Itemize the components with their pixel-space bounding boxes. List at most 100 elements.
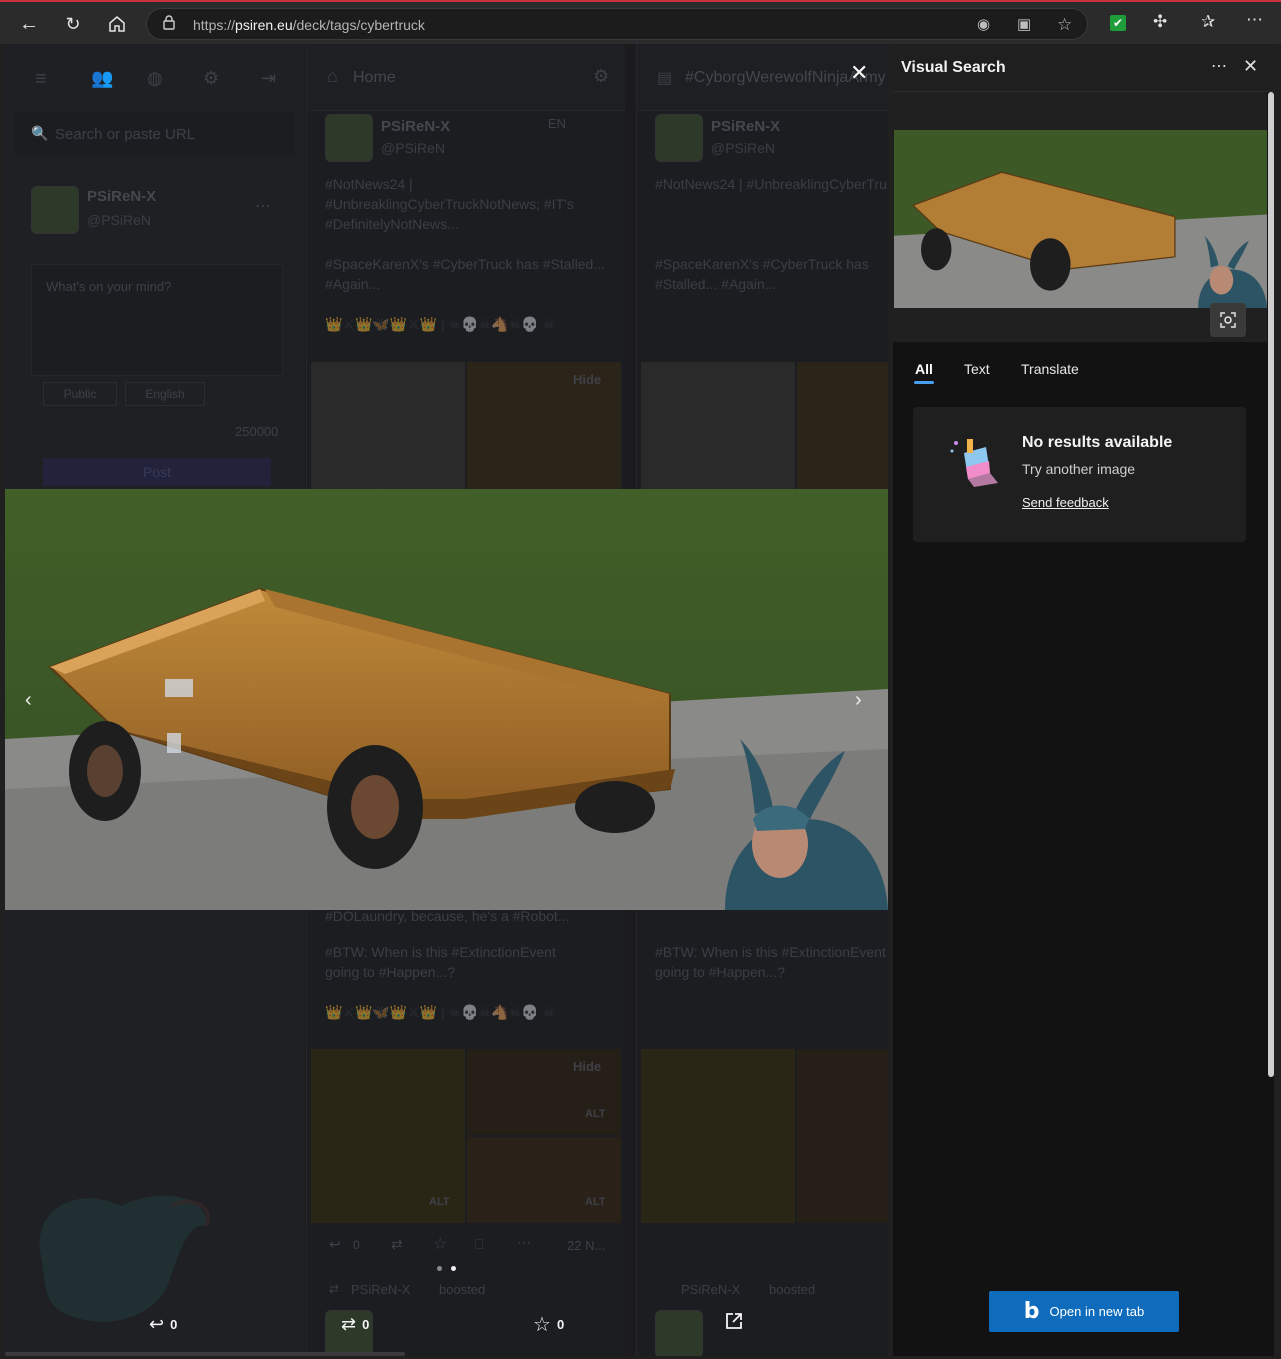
- media-thumbnail[interactable]: [311, 362, 465, 490]
- boost-icon: ⇄: [341, 1314, 357, 1334]
- avatar[interactable]: [655, 114, 703, 162]
- menu-icon[interactable]: ≡: [35, 68, 47, 91]
- boost-icon[interactable]: ⇄: [391, 1236, 403, 1253]
- avatar[interactable]: [31, 186, 79, 234]
- avatar[interactable]: [655, 1310, 703, 1356]
- favorites-icon[interactable]: ✰: [1201, 12, 1215, 32]
- horizontal-scrollbar[interactable]: [5, 1352, 405, 1356]
- search-placeholder: Search or paste URL: [55, 126, 196, 143]
- external-link-icon: [726, 1313, 742, 1329]
- boost-label: boosted: [769, 1282, 816, 1297]
- chevron-left-icon[interactable]: ‹: [25, 689, 32, 712]
- no-results-illustration: [950, 439, 998, 487]
- settings-icon[interactable]: ⚙: [593, 66, 609, 87]
- post-text: #NotNews24 | #UnbreaklingCyberTruckNotNe…: [655, 176, 887, 192]
- reply-button[interactable]: ↩ 0: [149, 1314, 177, 1335]
- tab-text[interactable]: Text: [964, 361, 990, 377]
- tab-all[interactable]: All: [915, 361, 933, 377]
- alt-badge[interactable]: ALT: [585, 1196, 606, 1208]
- reader-icon[interactable]: ▣: [1017, 15, 1031, 33]
- media-thumbnail[interactable]: [641, 1049, 795, 1223]
- extension-icon[interactable]: ✔: [1110, 15, 1126, 31]
- hide-media-button[interactable]: Hide: [573, 1059, 601, 1074]
- boost-button[interactable]: ⇄ 0: [341, 1314, 369, 1335]
- boost-count: 0: [362, 1317, 370, 1332]
- booster-name[interactable]: PSiReN-X: [351, 1282, 410, 1297]
- compose-textarea[interactable]: What's on your mind?: [31, 264, 283, 376]
- refresh-icon: ↻: [65, 13, 81, 34]
- search-icon: 🔍: [31, 125, 49, 141]
- favorite-star-icon[interactable]: ☆: [1057, 15, 1072, 35]
- home-icon: ⌂: [327, 66, 338, 86]
- send-feedback-link[interactable]: Send feedback: [1022, 495, 1109, 510]
- bookmark-icon[interactable]: ⎕: [475, 1236, 483, 1253]
- hide-media-button[interactable]: Hide: [573, 372, 601, 387]
- post-handle: @PSiReN: [711, 140, 776, 156]
- address-bar[interactable]: https://psiren.eu/deck/tags/cybertruck ◉…: [146, 8, 1088, 40]
- settings-icon[interactable]: ⚙: [203, 68, 219, 89]
- panel-scrollbar[interactable]: [1268, 92, 1274, 1077]
- people-icon[interactable]: 👥: [91, 68, 113, 89]
- post-text: #NotNews24 | #UnbreaklingCyberTruckNotNe…: [325, 176, 574, 232]
- open-external-button[interactable]: [725, 1312, 743, 1330]
- column-header: ⌂ Home ⚙: [307, 44, 625, 111]
- home-button[interactable]: [102, 9, 132, 39]
- close-icon[interactable]: ✕: [850, 60, 868, 86]
- visibility-button[interactable]: Public: [43, 382, 117, 406]
- hide-icon[interactable]: ◉: [977, 15, 990, 33]
- pager-dot[interactable]: [437, 1266, 442, 1271]
- crop-search-button[interactable]: [1210, 303, 1246, 337]
- logout-icon[interactable]: ⇥: [261, 68, 276, 89]
- web-page: ≡ 👥 ◍ ⚙ ⇥ 🔍 Search or paste URL PSiReN-X…: [5, 44, 888, 1356]
- language-button[interactable]: English: [125, 382, 205, 406]
- more-icon[interactable]: ⋯: [1246, 10, 1263, 30]
- favourite-count: 0: [556, 1317, 565, 1332]
- reply-count: 0: [170, 1317, 178, 1332]
- url-text: https://psiren.eu/deck/tags/cybertruck: [193, 17, 425, 33]
- post-button[interactable]: Post: [43, 458, 271, 486]
- no-results-card: No results available Try another image S…: [913, 407, 1246, 542]
- more-icon[interactable]: ⋯: [517, 1234, 531, 1251]
- media-thumbnail[interactable]: [467, 1137, 621, 1223]
- post-language: EN: [548, 116, 567, 131]
- booster-name[interactable]: PSiReN-X: [681, 1282, 740, 1297]
- open-in-new-tab-label: Open in new tab: [1049, 1304, 1145, 1319]
- favourite-button[interactable]: ☆ 0: [533, 1312, 564, 1337]
- more-icon[interactable]: ⋯: [1211, 56, 1227, 76]
- post-time[interactable]: 22 N...: [567, 1238, 605, 1253]
- post-author[interactable]: PSiReN-X: [711, 118, 780, 135]
- search-input[interactable]: 🔍 Search or paste URL: [15, 112, 295, 156]
- star-icon: ☆: [533, 1314, 551, 1336]
- back-button[interactable]: ←: [14, 9, 44, 39]
- tab-translate[interactable]: Translate: [1021, 361, 1079, 377]
- media-thumbnail[interactable]: [641, 362, 795, 490]
- media-thumbnail[interactable]: [797, 1049, 888, 1223]
- column-title[interactable]: Home: [353, 69, 396, 87]
- no-results-hint: Try another image: [1022, 461, 1136, 477]
- alt-badge[interactable]: ALT: [585, 1108, 606, 1120]
- refresh-button[interactable]: ↻: [58, 9, 88, 39]
- close-icon[interactable]: ✕: [1243, 56, 1258, 77]
- lightbox-image[interactable]: [5, 489, 888, 910]
- globe-icon[interactable]: ◍: [147, 68, 163, 89]
- more-icon[interactable]: ⋯: [255, 196, 271, 216]
- query-image[interactable]: [894, 130, 1267, 308]
- bing-icon: b: [1023, 1299, 1040, 1324]
- boost-icon: ⇄: [329, 1282, 340, 1296]
- no-results-heading: No results available: [1022, 434, 1173, 451]
- puzzle-icon[interactable]: ✣: [1153, 12, 1167, 32]
- media-thumbnail[interactable]: [797, 362, 888, 490]
- reply-icon[interactable]: ↩: [329, 1236, 341, 1253]
- open-in-new-tab-button[interactable]: b Open in new tab: [989, 1291, 1179, 1332]
- chevron-right-icon[interactable]: ›: [855, 689, 862, 712]
- panel-title: Visual Search: [901, 59, 1006, 76]
- visual-search-panel: Visual Search ⋯ ✕ All Text Translate No …: [893, 44, 1274, 1356]
- boost-label: boosted: [439, 1282, 486, 1297]
- post-text: #BTW: When is this #ExtinctionEvent goin…: [655, 944, 886, 980]
- star-icon[interactable]: ☆: [433, 1234, 447, 1254]
- avatar[interactable]: [325, 114, 373, 162]
- pager-dot-active[interactable]: [451, 1266, 456, 1271]
- post-author[interactable]: PSiReN-X: [381, 118, 450, 135]
- alt-badge[interactable]: ALT: [429, 1196, 450, 1208]
- account-name: PSiReN-X: [87, 188, 157, 205]
